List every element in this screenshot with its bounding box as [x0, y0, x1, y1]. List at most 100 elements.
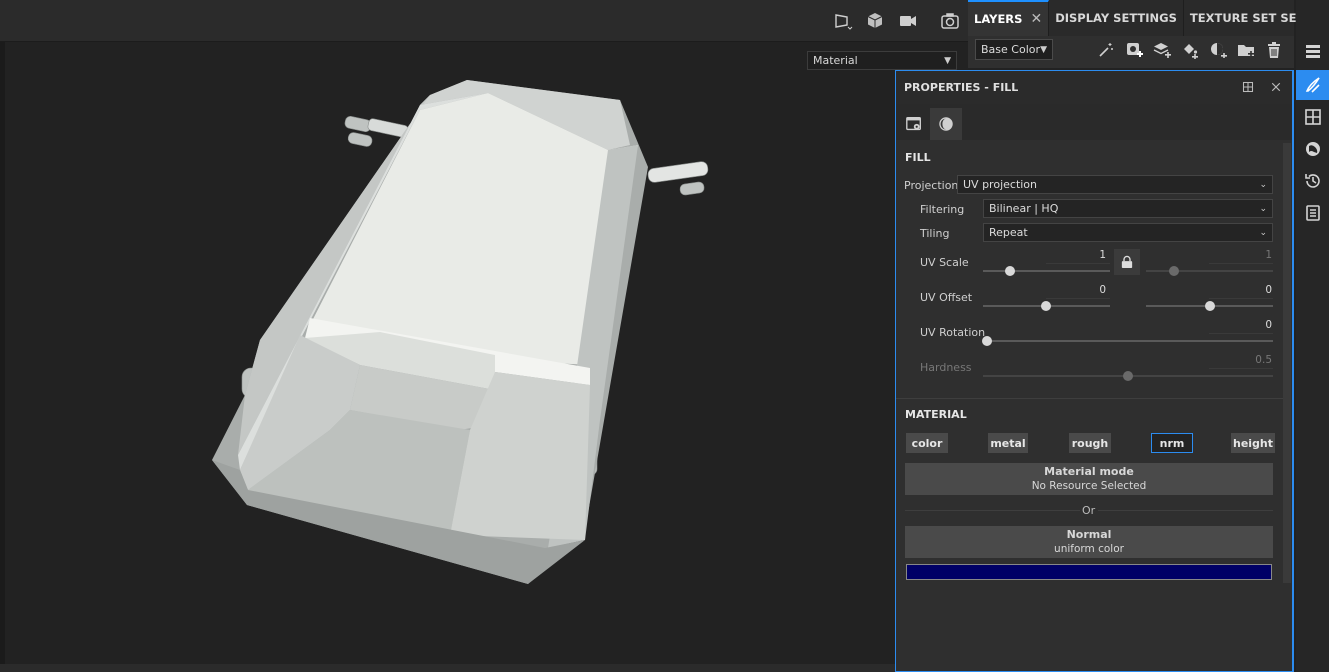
material-section-title: MATERIAL [905, 408, 967, 421]
fill-settings-icon[interactable] [898, 108, 930, 140]
fill-section-title: FILL [905, 151, 931, 164]
magic-wand-icon[interactable] [1096, 40, 1116, 60]
uv-offset-v-slider-thumb[interactable] [1205, 301, 1215, 311]
viewport-mode-select[interactable]: Material ▼ [807, 51, 957, 70]
texture-set-grid-icon[interactable] [1296, 102, 1329, 132]
uv-scale-v-slider-track [1146, 270, 1273, 272]
hardness-label: Hardness [920, 361, 972, 374]
add-fill-layer-icon[interactable] [1180, 40, 1200, 60]
viewport-mode-value: Material [813, 54, 858, 67]
dock-icon[interactable] [1240, 79, 1256, 95]
uv-offset-u-slider-thumb[interactable] [1041, 301, 1051, 311]
tab-layers[interactable]: LAYERS ✕ [968, 0, 1050, 36]
uv-scale-v-slider-thumb [1169, 266, 1179, 276]
perspective-camera-icon[interactable] [832, 10, 854, 32]
uv-scale-v-underline [1209, 263, 1273, 264]
viewport-3d[interactable] [0, 0, 896, 672]
add-folder-icon[interactable] [1236, 40, 1256, 60]
hardness-underline [1209, 368, 1273, 369]
tiling-value: Repeat [989, 226, 1028, 239]
log-icon[interactable] [1296, 198, 1329, 228]
channel-buttons: color metal rough nrm height [896, 433, 1283, 453]
filtering-select[interactable]: Bilinear | HQ ⌄ [983, 199, 1273, 218]
tab-display-settings[interactable]: DISPLAY SETTINGS [1049, 0, 1184, 36]
cube-view-icon[interactable] [864, 10, 886, 32]
normal-value: uniform color [1054, 543, 1124, 555]
material-sphere-icon[interactable] [930, 108, 962, 140]
video-camera-icon[interactable] [897, 10, 919, 32]
uv-offset-v-value[interactable]: 0 [1232, 284, 1272, 296]
layer-stack-icon[interactable] [1296, 37, 1329, 67]
delete-icon[interactable] [1264, 40, 1284, 60]
properties-title: PROPERTIES - FILL [904, 81, 1019, 94]
uv-scale-u-slider-track[interactable] [983, 270, 1110, 272]
history-icon[interactable] [1296, 166, 1329, 196]
close-icon[interactable]: ✕ [1030, 11, 1042, 27]
right-sidebar [1296, 0, 1329, 672]
screenshot-camera-icon[interactable] [939, 10, 961, 32]
uv-scale-u-value[interactable]: 1 [1066, 249, 1106, 261]
normal-picker[interactable]: Normal uniform color [905, 526, 1273, 558]
channel-rough-button[interactable]: rough [1069, 433, 1111, 453]
channel-select[interactable]: Base Color ▼ [975, 39, 1053, 60]
material-mode-picker[interactable]: Material mode No Resource Selected [905, 463, 1273, 495]
filtering-value: Bilinear | HQ [989, 202, 1059, 215]
channel-metal-button[interactable]: metal [988, 433, 1028, 453]
properties-panel: PROPERTIES - FILL FILL Projection UV pro… [895, 70, 1294, 672]
3d-model[interactable] [200, 70, 720, 600]
add-layer-icon[interactable] [1152, 40, 1172, 60]
channel-nrm-button[interactable]: nrm [1151, 433, 1193, 453]
app-root: Material ▼ LAYERS ✕ DISPLAY SETTINGS TEX… [0, 0, 1329, 672]
channel-color-button[interactable]: color [906, 433, 948, 453]
viewport-bottom-bar [0, 664, 896, 672]
properties-scrollbar[interactable] [1283, 143, 1291, 583]
chevron-down-icon: ⌄ [1259, 203, 1267, 214]
projection-select[interactable]: UV projection ⌄ [957, 175, 1273, 194]
hardness-value: 0.5 [1255, 354, 1272, 366]
normal-title: Normal [1066, 528, 1112, 541]
viewport-toolbar [0, 0, 968, 42]
uv-scale-u-underline [1046, 263, 1110, 264]
filtering-label: Filtering [920, 203, 965, 216]
add-mask-icon[interactable] [1124, 40, 1144, 60]
normal-color-swatch[interactable] [906, 564, 1272, 580]
add-effect-icon[interactable] [1208, 40, 1228, 60]
section-divider [896, 398, 1283, 399]
uv-scale-v-value: 1 [1265, 249, 1272, 261]
uv-offset-u-value[interactable]: 0 [1066, 284, 1106, 296]
tiling-select[interactable]: Repeat ⌄ [983, 223, 1273, 242]
uv-offset-u-underline [1046, 298, 1110, 299]
uv-scale-u-slider-thumb[interactable] [1005, 266, 1015, 276]
or-label: Or [1082, 504, 1096, 517]
brush-properties-icon[interactable] [1296, 70, 1329, 100]
chevron-down-icon: ▼ [944, 55, 951, 66]
tiling-label: Tiling [920, 227, 950, 240]
uv-rotation-underline [1209, 333, 1273, 334]
chevron-down-icon: ⌄ [1259, 227, 1267, 238]
close-icon[interactable] [1268, 79, 1284, 95]
properties-subtabs [896, 104, 1292, 140]
uv-offset-v-underline [1209, 298, 1273, 299]
environment-icon[interactable] [1296, 134, 1329, 164]
uv-rotation-value[interactable]: 0 [1232, 319, 1272, 331]
chevron-down-icon: ▼ [1040, 44, 1047, 55]
tab-display-settings-label: DISPLAY SETTINGS [1055, 11, 1177, 25]
or-divider-right [1098, 510, 1273, 511]
uv-rotation-slider-track[interactable] [983, 340, 1273, 342]
or-divider-left [905, 510, 1080, 511]
projection-label: Projection [904, 179, 959, 192]
uv-rotation-label: UV Rotation [920, 326, 986, 339]
material-mode-title: Material mode [1044, 465, 1134, 478]
uv-rotation-slider-thumb[interactable] [982, 336, 992, 346]
projection-value: UV projection [963, 178, 1038, 191]
properties-header: PROPERTIES - FILL [896, 71, 1292, 104]
uv-offset-label: UV Offset [920, 291, 973, 304]
lock-icon[interactable] [1114, 249, 1140, 275]
tab-layers-label: LAYERS [974, 12, 1023, 26]
channel-height-button[interactable]: height [1231, 433, 1275, 453]
channel-select-value: Base Color [981, 43, 1041, 56]
hardness-slider-thumb [1123, 371, 1133, 381]
chevron-down-icon: ⌄ [1259, 179, 1267, 190]
material-mode-value: No Resource Selected [1031, 480, 1147, 492]
panel-tabs: LAYERS ✕ DISPLAY SETTINGS TEXTURE SET SE… [968, 0, 1329, 36]
